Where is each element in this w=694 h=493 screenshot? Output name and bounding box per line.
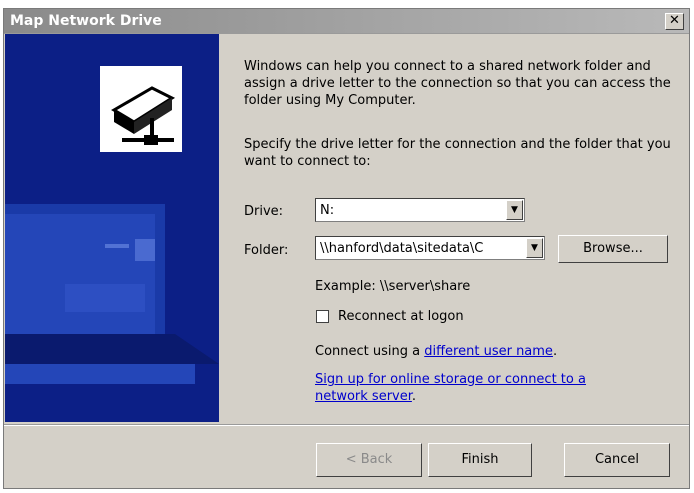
network-drive-icon <box>100 66 182 152</box>
title-bar: Map Network Drive ✕ <box>4 9 689 34</box>
instruction-text: Specify the drive letter for the connect… <box>244 137 671 169</box>
footer-divider <box>4 424 689 426</box>
connect-using-prefix: Connect using a <box>315 344 425 359</box>
signup-link-line2[interactable]: network server <box>315 389 412 404</box>
window-title: Map Network Drive <box>10 13 162 29</box>
drive-label: Drive: <box>244 204 284 219</box>
intro-text: Windows can help you connect to a shared… <box>244 59 671 108</box>
cancel-button[interactable]: Cancel <box>564 443 670 477</box>
close-icon: ✕ <box>669 13 680 28</box>
map-network-drive-dialog: Map Network Drive ✕ Windows can help you <box>3 8 690 489</box>
different-user-name-link[interactable]: different user name <box>424 344 553 359</box>
signup-link-line1[interactable]: Sign up for online storage or connect to… <box>315 372 586 387</box>
example-text: Example: \\server\share <box>315 279 471 294</box>
wizard-banner <box>5 34 219 422</box>
connect-using-text: Connect using a different user name. <box>315 344 557 359</box>
folder-value: \\hanford\data\sitedata\C <box>320 241 484 256</box>
drive-select[interactable]: N: ▼ <box>315 198 525 222</box>
chevron-down-icon[interactable]: ▼ <box>526 238 543 258</box>
folder-combobox[interactable]: \\hanford\data\sitedata\C ▼ <box>315 236 545 260</box>
signup-text: Sign up for online storage or connect to… <box>315 371 586 405</box>
close-button[interactable]: ✕ <box>665 13 684 30</box>
drive-value: N: <box>320 203 335 218</box>
browse-button[interactable]: Browse... <box>558 235 668 263</box>
signup-suffix: . <box>411 389 417 404</box>
back-button[interactable]: < Back <box>316 443 422 477</box>
wizard-content: Windows can help you connect to a shared… <box>228 34 689 424</box>
folder-label: Folder: <box>244 243 289 258</box>
connect-using-suffix: . <box>552 344 558 359</box>
finish-button[interactable]: Finish <box>428 443 532 477</box>
chevron-down-icon[interactable]: ▼ <box>506 200 523 220</box>
reconnect-checkbox[interactable] <box>316 310 329 323</box>
reconnect-label: Reconnect at logon <box>338 309 464 324</box>
